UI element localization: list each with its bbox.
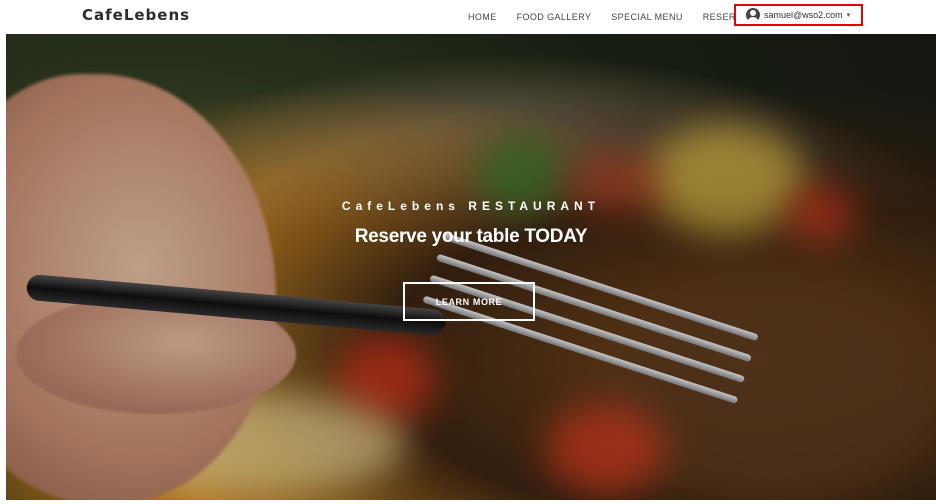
top-navbar: CafeLebens HOME FOOD GALLERY SPECIAL MEN… — [0, 0, 936, 34]
hero-banner: CafeLebens RESTAURANT Reserve your table… — [6, 34, 936, 500]
nav-link-home[interactable]: HOME — [468, 12, 497, 22]
hero-overlay — [6, 34, 936, 500]
user-email: samuel@wso2.com — [764, 10, 843, 20]
chevron-down-icon: ▾ — [846, 12, 851, 19]
hero-title: Reserve your table TODAY — [354, 226, 588, 247]
nav-links: HOME FOOD GALLERY SPECIAL MENU RESERVE — [468, 0, 768, 34]
hero-subtitle: CafeLebens RESTAURANT — [341, 199, 601, 213]
user-avatar-icon — [746, 8, 760, 22]
nav-link-food-gallery[interactable]: FOOD GALLERY — [517, 12, 592, 22]
user-account-dropdown[interactable]: samuel@wso2.com ▾ — [734, 4, 863, 26]
nav-link-special-menu[interactable]: SPECIAL MENU — [611, 12, 682, 22]
learn-more-button[interactable]: LEARN MORE — [403, 282, 535, 321]
brand-logo[interactable]: CafeLebens — [82, 6, 190, 24]
